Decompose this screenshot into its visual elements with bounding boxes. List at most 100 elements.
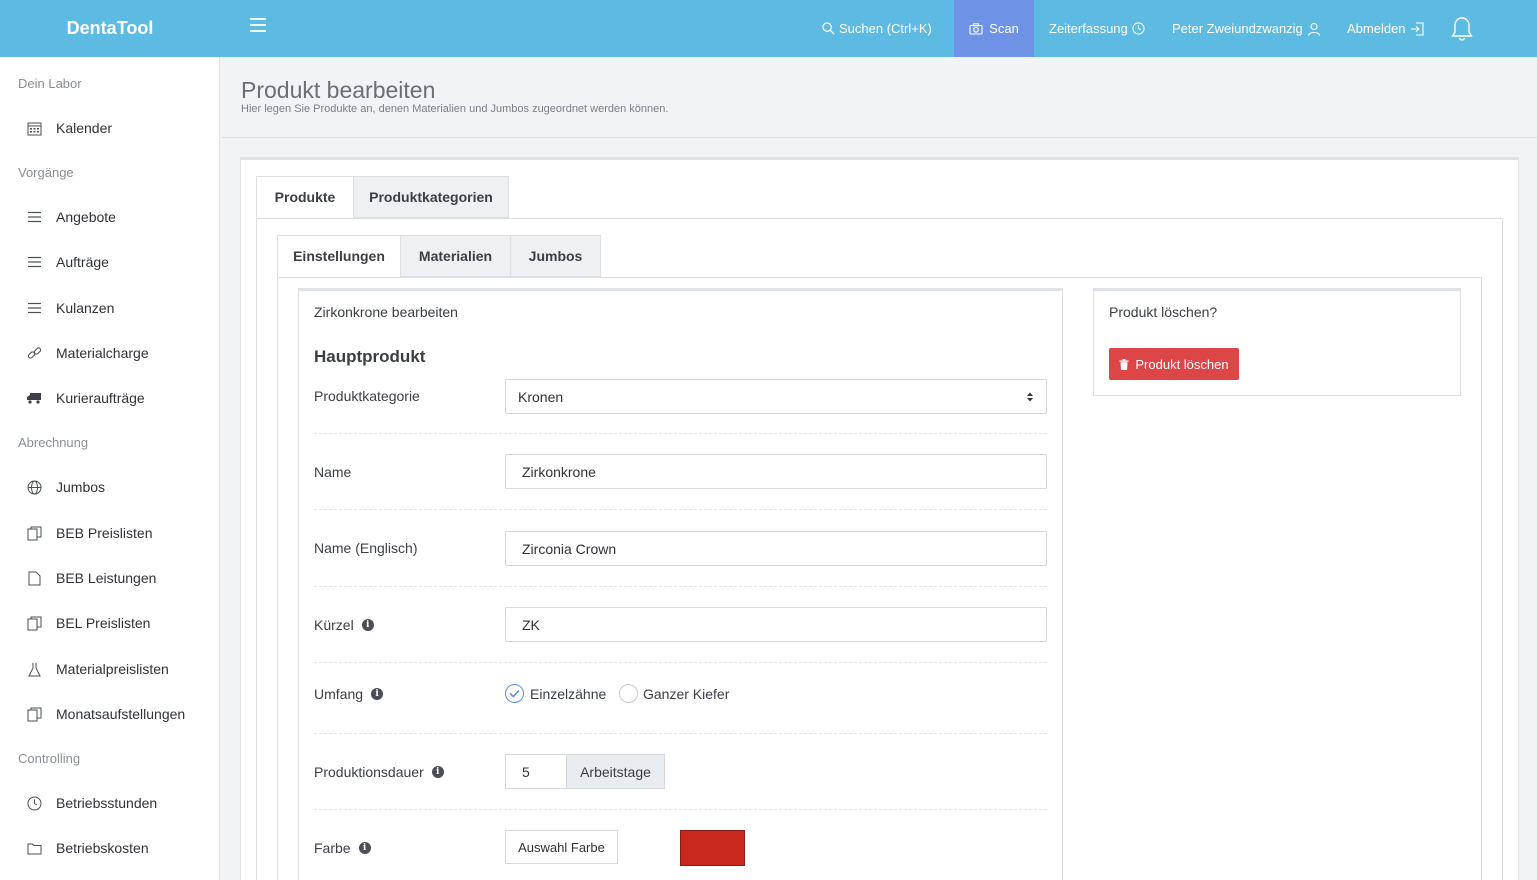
form-divider: [314, 733, 1047, 734]
sidebar-item-monatsaufstellungen[interactable]: Monatsaufstellungen: [26, 703, 185, 725]
sidebar-item-angebote[interactable]: Angebote: [26, 206, 116, 228]
sidebar-item-betriebsstunden[interactable]: Betriebsstunden: [26, 792, 157, 814]
name-en-input[interactable]: Zirconia Crown: [505, 531, 1047, 566]
info-icon[interactable]: i: [431, 766, 444, 778]
form-divider: [314, 509, 1047, 510]
sidebar-item-label: Aufträge: [56, 254, 109, 270]
short-label: Kürzel i: [314, 617, 374, 633]
info-icon[interactable]: i: [371, 688, 384, 700]
tab-jumbos[interactable]: Jumbos: [510, 235, 601, 277]
sidebar-item-label: Betriebsstunden: [56, 795, 158, 811]
sidebar-item-bel-preislisten[interactable]: BEL Preislisten: [26, 612, 150, 634]
list-icon: [26, 254, 42, 270]
name-en-label: Name (Englisch): [314, 540, 417, 556]
tab-einstellungen[interactable]: Einstellungen: [277, 235, 401, 277]
box-title: Zirkonkrone bearbeiten: [314, 304, 458, 320]
sidebar-item-label: BEL Preislisten: [56, 615, 151, 631]
sidebar-item-kurierauftraege[interactable]: Kurieraufträge: [26, 387, 145, 409]
sidebar-item-label: Materialpreislisten: [56, 661, 169, 677]
product-settings-box: [298, 288, 1063, 880]
scope-label: Umfang i: [314, 686, 384, 702]
scope-option-label[interactable]: Einzelzähne: [530, 686, 606, 702]
sidebar-item-materialpreislisten[interactable]: Materialpreislisten: [26, 658, 169, 680]
delete-box-title: Produkt löschen?: [1109, 304, 1218, 320]
sidebar-item-label: Monatsaufstellungen: [56, 706, 186, 722]
color-label: Farbe i: [314, 840, 371, 856]
scope-option-label[interactable]: Ganzer Kiefer: [643, 686, 729, 702]
documents-icon: [26, 706, 42, 722]
sidebar: Dein Labor Kalender Vorgänge Angebote Au…: [0, 57, 220, 880]
logout-button[interactable]: Abmelden: [1347, 0, 1428, 57]
sidebar-item-label: Kulanzen: [56, 300, 115, 316]
scope-radio-ganzer-kiefer[interactable]: [619, 684, 638, 703]
scan-button[interactable]: Scan: [954, 0, 1034, 57]
calendar-icon: [26, 120, 42, 136]
sidebar-item-beb-leistungen[interactable]: BEB Leistungen: [26, 567, 156, 589]
search-icon: [822, 22, 835, 35]
sidebar-item-auftraege[interactable]: Aufträge: [26, 251, 109, 273]
color-swatch[interactable]: [680, 830, 745, 866]
list-icon: [26, 300, 42, 316]
section-heading: Hauptprodukt: [314, 347, 426, 366]
truck-icon: [26, 390, 42, 406]
flask-icon: [26, 661, 42, 677]
category-value: Kronen: [518, 388, 564, 405]
short-input[interactable]: ZK: [505, 607, 1047, 642]
sidebar-item-label: BEB Preislisten: [56, 525, 153, 541]
name-value: Zirkonkrone: [522, 463, 596, 480]
outer-pane-right-border: [1502, 218, 1503, 880]
sidebar-section-abrechnung: Abrechnung: [18, 435, 89, 450]
user-menu[interactable]: Peter Zweiundzwanzig: [1172, 0, 1325, 57]
menu-toggle-icon[interactable]: [250, 18, 266, 34]
name-input[interactable]: Zirkonkrone: [505, 454, 1047, 489]
logout-icon: [1410, 21, 1424, 36]
page-header: Produkt bearbeiten Hier legen Sie Produk…: [221, 57, 1537, 138]
duration-value: 5: [522, 763, 530, 780]
duration-unit-addon: Arbeitstage: [566, 754, 665, 789]
sidebar-item-label: Materialcharge: [56, 345, 149, 361]
info-icon[interactable]: i: [358, 842, 371, 854]
inner-pane-right-border: [1481, 277, 1482, 880]
tab-produkte[interactable]: Produkte: [256, 176, 354, 218]
notifications-button[interactable]: [1450, 0, 1474, 57]
page-subtitle: Hier legen Sie Produkte an, denen Materi…: [241, 103, 669, 115]
folder-icon: [26, 840, 42, 856]
form-divider: [314, 662, 1047, 663]
sidebar-item-kalender[interactable]: Kalender: [26, 117, 112, 139]
logout-label: Abmelden: [1347, 21, 1406, 36]
sidebar-item-label: Kurieraufträge: [56, 390, 145, 406]
choose-color-button[interactable]: Auswahl Farbe: [505, 830, 618, 864]
sidebar-item-beb-preislisten[interactable]: BEB Preislisten: [26, 522, 152, 544]
scope-radio-einzelzaehne[interactable]: [505, 684, 524, 703]
sidebar-item-materialcharge[interactable]: Materialcharge: [26, 342, 149, 364]
user-name: Peter Zweiundzwanzig: [1172, 21, 1303, 36]
clock-icon: [1132, 22, 1145, 35]
app-logo[interactable]: DentaTool: [0, 0, 220, 57]
sidebar-item-label: Angebote: [56, 209, 116, 225]
scan-label: Scan: [989, 21, 1019, 36]
sidebar-section-dein-labor: Dein Labor: [18, 76, 82, 91]
sidebar-item-betriebskosten[interactable]: Betriebskosten: [26, 837, 149, 859]
list-icon: [26, 209, 42, 225]
info-icon[interactable]: i: [361, 619, 374, 631]
select-arrows-icon: [1027, 392, 1033, 402]
documents-icon: [26, 615, 42, 631]
document-icon: [26, 570, 42, 586]
bell-icon: [1451, 16, 1473, 41]
tab-produktkategorien[interactable]: Produktkategorien: [353, 176, 509, 218]
outer-pane-left-border: [256, 218, 257, 880]
duration-input[interactable]: 5: [505, 754, 567, 789]
form-divider: [314, 809, 1047, 810]
sidebar-item-kulanzen[interactable]: Kulanzen: [26, 297, 114, 319]
search-button[interactable]: Suchen (Ctrl+K): [822, 0, 932, 57]
sidebar-item-jumbos[interactable]: Jumbos: [26, 476, 105, 498]
page-title: Produkt bearbeiten: [241, 77, 436, 103]
category-select[interactable]: Kronen: [505, 379, 1047, 414]
time-tracking-button[interactable]: Zeiterfassung: [1049, 0, 1149, 57]
duration-label-text: Produktionsdauer: [314, 764, 424, 780]
inner-tab-border: [277, 277, 1482, 278]
camera-icon: [969, 22, 983, 35]
delete-product-button[interactable]: Produkt löschen: [1109, 348, 1239, 380]
inner-pane-left-border: [277, 277, 278, 880]
tab-materialien[interactable]: Materialien: [400, 235, 511, 277]
